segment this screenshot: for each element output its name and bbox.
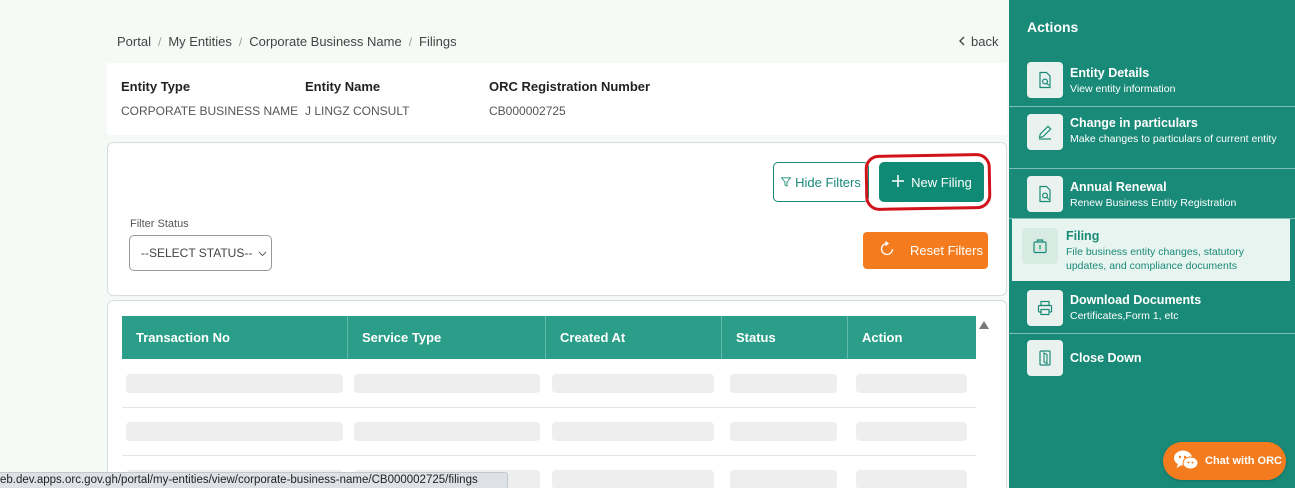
loading-placeholder xyxy=(856,470,967,488)
sidebar-item-download-documents[interactable]: Download Documents Certificates,Form 1, … xyxy=(1009,283,1295,334)
entity-name-value: J LINGZ CONSULT xyxy=(305,104,410,118)
breadcrumb-portal[interactable]: Portal xyxy=(117,34,151,49)
entity-type-block: Entity Type CORPORATE BUSINESS NAME xyxy=(121,79,298,118)
breadcrumb-corporate-business-name[interactable]: Corporate Business Name xyxy=(249,34,401,49)
folder-icon xyxy=(1022,228,1058,264)
reset-filters-button[interactable]: Reset Filters xyxy=(863,232,988,269)
breadcrumb: Portal / My Entities / Corporate Busines… xyxy=(117,34,457,49)
hide-filters-label: Hide Filters xyxy=(795,174,861,190)
loading-placeholder xyxy=(552,470,714,488)
main-content: Portal / My Entities / Corporate Busines… xyxy=(0,0,1009,488)
actions-sidebar: Actions Entity Details View entity infor… xyxy=(1009,0,1295,488)
loading-placeholder xyxy=(126,422,343,441)
breadcrumb-filings: Filings xyxy=(419,34,457,49)
sidebar-item-change-in-particulars[interactable]: Change in particulars Make changes to pa… xyxy=(1009,107,1295,169)
status-select-value: --SELECT STATUS-- xyxy=(141,246,253,260)
back-link[interactable]: back xyxy=(958,34,998,49)
loading-placeholder xyxy=(354,422,540,441)
breadcrumb-separator: / xyxy=(408,34,413,49)
sidebar-item-annual-renewal[interactable]: Annual Renewal Renew Business Entity Reg… xyxy=(1009,169,1295,219)
browser-status-url: eb.dev.apps.orc.gov.gh/portal/my-entitie… xyxy=(0,472,508,488)
sidebar-item-description: Renew Business Entity Registration xyxy=(1070,197,1237,209)
breadcrumb-separator: / xyxy=(238,34,243,49)
loading-placeholder xyxy=(730,470,837,488)
loading-placeholder xyxy=(730,374,837,393)
filter-icon xyxy=(780,175,792,190)
column-service-type[interactable]: Service Type xyxy=(348,316,546,359)
entity-type-value: CORPORATE BUSINESS NAME xyxy=(121,104,299,118)
chat-with-orc-button[interactable]: Chat with ORC xyxy=(1163,442,1286,480)
loading-placeholder xyxy=(856,422,967,441)
registration-number-label: ORC Registration Number xyxy=(489,79,651,94)
sidebar-item-description: Make changes to particulars of current e… xyxy=(1070,133,1277,145)
sidebar-item-entity-details[interactable]: Entity Details View entity information xyxy=(1009,55,1295,107)
table-header: Transaction No Service Type Created At S… xyxy=(122,316,976,359)
status-select[interactable]: --SELECT STATUS-- xyxy=(129,235,272,271)
chevron-left-icon xyxy=(958,34,966,49)
chat-bubbles-icon xyxy=(1173,449,1199,474)
chevron-down-icon xyxy=(258,246,267,260)
column-action[interactable]: Action xyxy=(848,316,976,359)
registration-number-block: ORC Registration Number CB000002725 xyxy=(489,79,650,118)
sidebar-item-label: Filing xyxy=(1066,229,1100,243)
registration-number-value: CB000002725 xyxy=(489,104,566,118)
hide-filters-button[interactable]: Hide Filters xyxy=(773,162,869,202)
sidebar-item-text: Annual Renewal Renew Business Entity Reg… xyxy=(1070,180,1236,210)
sidebar-item-close-down[interactable]: Close Down xyxy=(1009,334,1295,384)
printer-icon xyxy=(1027,290,1063,326)
highlight-annotation-circle xyxy=(864,152,992,212)
entity-info-panel: Entity Type CORPORATE BUSINESS NAME Enti… xyxy=(107,63,1007,135)
actions-title: Actions xyxy=(1027,19,1079,35)
filter-panel: Hide Filters New Filing Filter Status --… xyxy=(107,142,1007,296)
refresh-icon xyxy=(863,240,910,261)
file-search-icon xyxy=(1027,62,1063,98)
table-row xyxy=(122,408,976,456)
loading-placeholder xyxy=(552,374,714,393)
filter-status-label: Filter Status xyxy=(130,218,189,230)
entity-type-label: Entity Type xyxy=(121,79,191,94)
column-transaction-no[interactable]: Transaction No xyxy=(122,316,348,359)
sidebar-item-label: Entity Details xyxy=(1070,66,1150,80)
file-search-icon xyxy=(1027,176,1063,212)
sidebar-item-filing[interactable]: Filing File business entity changes, sta… xyxy=(1012,219,1290,281)
pencil-icon xyxy=(1027,114,1063,150)
loading-placeholder xyxy=(730,422,837,441)
sidebar-item-description: File business entity changes, statutory … xyxy=(1066,246,1245,272)
column-status[interactable]: Status xyxy=(722,316,848,359)
sidebar-item-label: Close Down xyxy=(1070,351,1142,365)
entity-name-label: Entity Name xyxy=(305,79,381,94)
sidebar-item-label: Change in particulars xyxy=(1070,116,1198,130)
sidebar-item-text: Entity Details View entity information xyxy=(1070,66,1175,96)
loading-placeholder xyxy=(856,374,967,393)
sidebar-item-text: Download Documents Certificates,Form 1, … xyxy=(1070,293,1201,323)
breadcrumb-separator: / xyxy=(157,34,162,49)
loading-placeholder xyxy=(354,374,540,393)
entity-name-block: Entity Name J LINGZ CONSULT xyxy=(305,79,409,118)
sidebar-item-description: Certificates,Form 1, etc xyxy=(1070,310,1179,322)
loading-placeholder xyxy=(552,422,714,441)
sidebar-item-label: Download Documents xyxy=(1070,293,1202,307)
back-label: back xyxy=(971,34,999,49)
scroll-up-arrow-icon[interactable] xyxy=(979,321,989,329)
sidebar-item-text: Filing File business entity changes, sta… xyxy=(1066,229,1286,273)
column-created-at[interactable]: Created At xyxy=(546,316,722,359)
filings-table: Transaction No Service Type Created At S… xyxy=(107,300,1007,488)
sidebar-item-label: Annual Renewal xyxy=(1070,180,1167,194)
reset-filters-label: Reset Filters xyxy=(910,243,983,258)
sidebar-item-text: Change in particulars Make changes to pa… xyxy=(1070,116,1280,146)
sidebar-item-description: View entity information xyxy=(1070,83,1176,95)
door-exit-icon xyxy=(1027,340,1063,376)
breadcrumb-my-entities[interactable]: My Entities xyxy=(168,34,232,49)
chat-label: Chat with ORC xyxy=(1205,455,1282,467)
table-row xyxy=(122,360,976,408)
sidebar-item-text: Close Down xyxy=(1070,351,1142,365)
loading-placeholder xyxy=(126,374,343,393)
